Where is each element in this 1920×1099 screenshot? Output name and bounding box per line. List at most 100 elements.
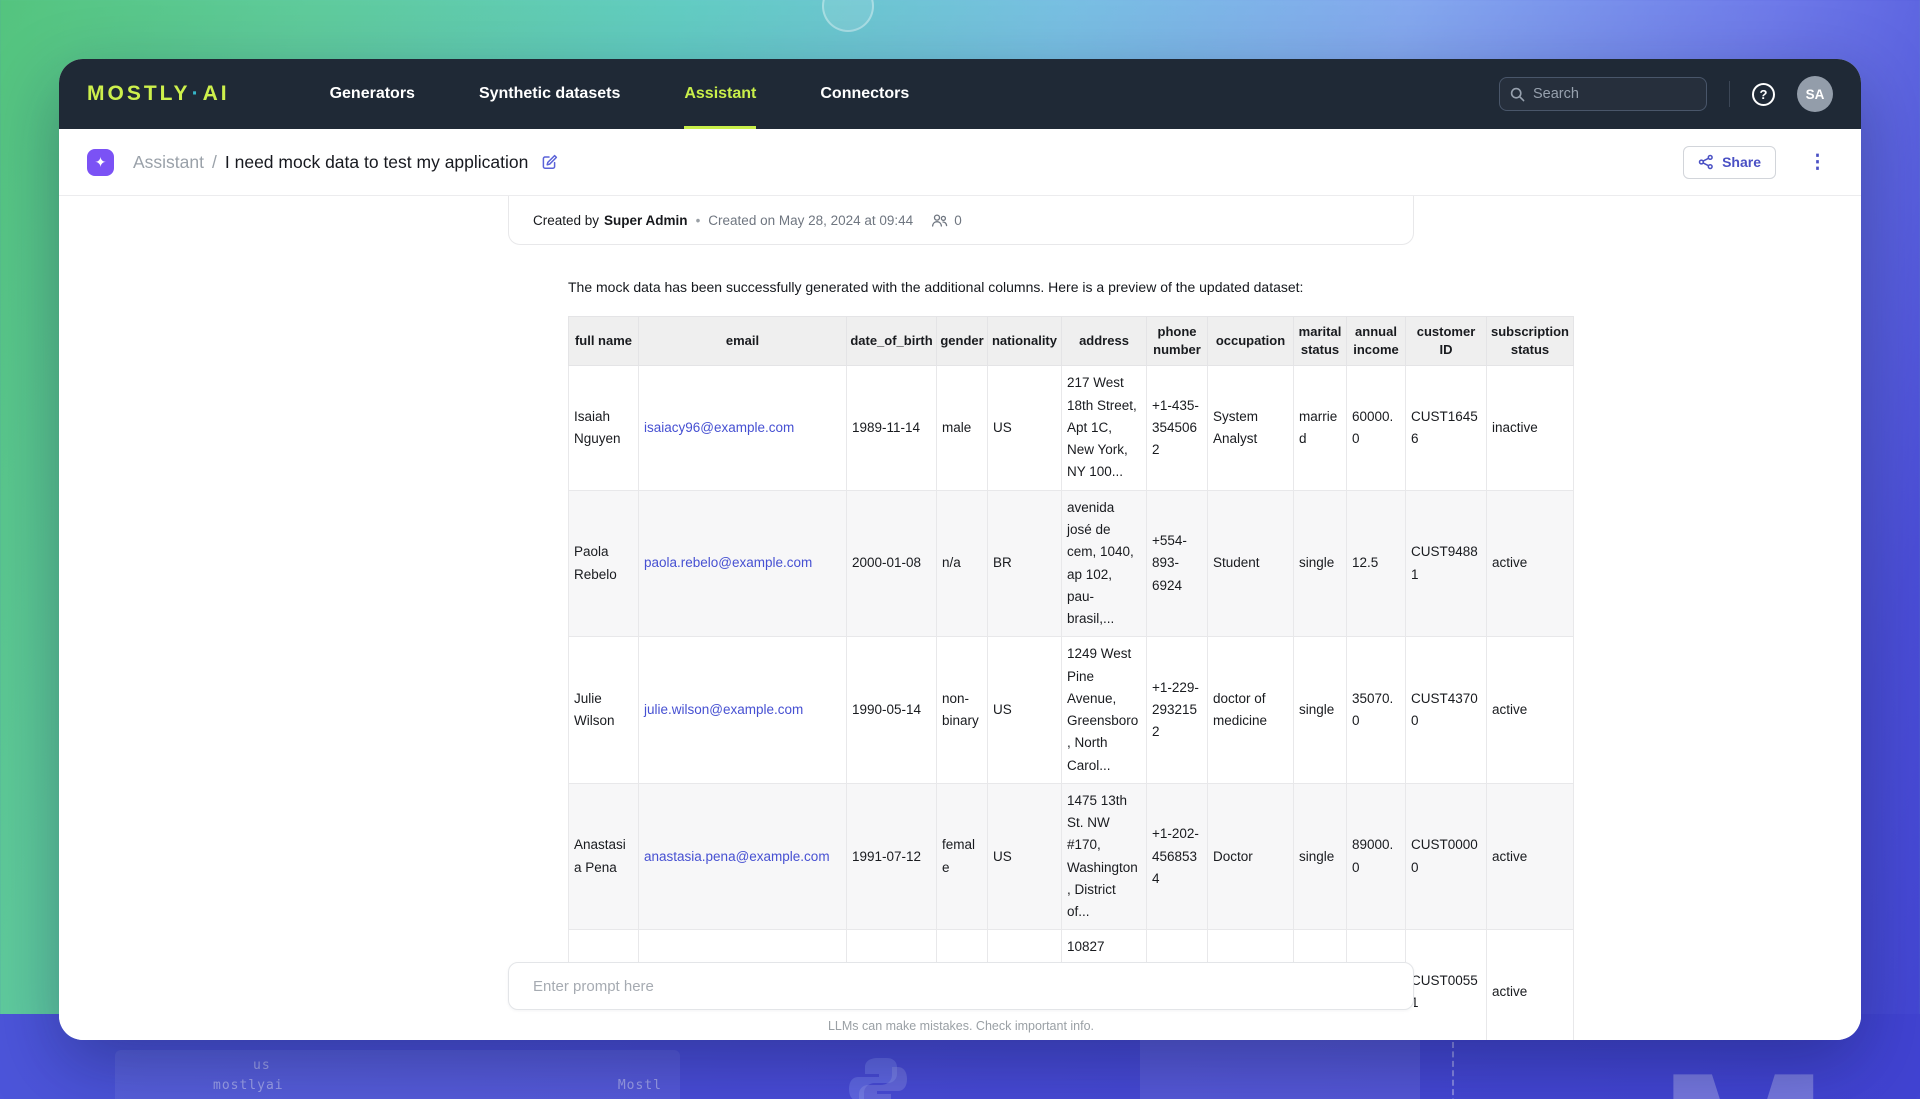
search-box[interactable] (1499, 77, 1707, 111)
column-header: email (639, 317, 847, 366)
created-on-text: Created on May 28, 2024 at 09:44 (708, 213, 913, 228)
table-cell: julie.wilson@example.com (639, 637, 847, 784)
email-link[interactable]: isaiacy96@example.com (644, 420, 794, 435)
table-cell: paola.rebelo@example.com (639, 490, 847, 637)
breadcrumb-bar: ✦ Assistant / I need mock data to test m… (59, 129, 1861, 196)
share-icon (1698, 154, 1714, 170)
edit-title-button[interactable] (540, 153, 559, 172)
background-circle-badge (822, 0, 874, 32)
table-cell: CUST00551 (1406, 930, 1487, 1040)
table-cell: Doctor (1208, 783, 1294, 930)
nav-item-generators[interactable]: Generators (330, 59, 415, 129)
help-icon[interactable]: ? (1752, 83, 1775, 106)
table-cell: US (988, 637, 1062, 784)
table-cell: doctor of medicine (1208, 637, 1294, 784)
page-title: I need mock data to test my application (225, 152, 529, 173)
sparkles-icon: ✦ (87, 149, 114, 176)
table-cell: Isaiah Nguyen (569, 366, 639, 490)
nav-item-assistant[interactable]: Assistant (684, 59, 756, 129)
python-logo-icon (846, 1054, 910, 1099)
table-cell: Anastasia Pena (569, 783, 639, 930)
table-cell: +1-229-2932152 (1147, 637, 1208, 784)
created-by-name: Super Admin (604, 213, 688, 228)
column-header: subscription status (1487, 317, 1574, 366)
people-icon (931, 213, 948, 228)
column-header: marital status (1294, 317, 1347, 366)
table-cell: 1990-05-14 (847, 637, 937, 784)
table-cell: Julie Wilson (569, 637, 639, 784)
column-header: address (1062, 317, 1147, 366)
table-cell: single (1294, 637, 1347, 784)
avatar[interactable]: SA (1797, 76, 1833, 112)
email-link[interactable]: paola.rebelo@example.com (644, 555, 812, 570)
table-row: Julie Wilson julie.wilson@example.com 1990… (569, 637, 1574, 784)
column-header: occupation (1208, 317, 1294, 366)
nav-item-synthetic-datasets[interactable]: Synthetic datasets (479, 59, 620, 129)
logo-text-left: MOSTLY (87, 82, 191, 106)
column-header: full name (569, 317, 639, 366)
chat-content: Created by Super Admin • Created on May … (59, 196, 1861, 1040)
mostly-ai-logo[interactable]: MOSTLY·AI (87, 59, 230, 129)
bg-code-text: us (133, 1056, 662, 1076)
nav-items: Generators Synthetic datasets Assistant Con… (330, 59, 910, 129)
table-cell: Paola Rebelo (569, 490, 639, 637)
breadcrumb-section[interactable]: Assistant (133, 152, 204, 173)
table-cell: US (988, 366, 1062, 490)
table-cell: CUST94881 (1406, 490, 1487, 637)
table-cell: 1249 West Pine Avenue, Greensboro, North… (1062, 637, 1147, 784)
email-link[interactable]: julie.wilson@example.com (644, 702, 803, 717)
column-header: customer ID (1406, 317, 1487, 366)
app-window: MOSTLY·AI Generators Synthetic datasets As… (59, 59, 1861, 1040)
share-label: Share (1722, 154, 1761, 170)
table-cell: married (1294, 366, 1347, 490)
prompt-input[interactable] (508, 962, 1414, 1010)
bg-code-text: mostlyai (213, 1076, 284, 1096)
navbar-right: ? SA (1499, 59, 1833, 129)
column-header: date_of_birth (847, 317, 937, 366)
table-cell: single (1294, 490, 1347, 637)
background-dashed-line (1452, 1042, 1454, 1099)
table-cell: non-binary (937, 637, 988, 784)
table-cell: active (1487, 930, 1574, 1040)
table-cell: male (937, 366, 988, 490)
table-cell: isaiacy96@example.com (639, 366, 847, 490)
table-row: Anastasia Pena anastasia.pena@example.com… (569, 783, 1574, 930)
table-cell: 60000.0 (1347, 366, 1406, 490)
table-cell: +1-202-4568534 (1147, 783, 1208, 930)
table-cell: BR (988, 490, 1062, 637)
table-cell: Student (1208, 490, 1294, 637)
table-cell: 1475 13th St. NW #170, Washington, Distr… (1062, 783, 1147, 930)
email-link[interactable]: anastasia.pena@example.com (644, 849, 830, 864)
table-cell: inactive (1487, 366, 1574, 490)
bg-code-text: Mostl (618, 1076, 662, 1096)
table-cell: +1-435-3545062 (1147, 366, 1208, 490)
top-navbar: MOSTLY·AI Generators Synthetic datasets As… (59, 59, 1861, 129)
dataset-preview-table: full nameemaildate_of_birthgendernationa… (568, 316, 1574, 1040)
table-cell: anastasia.pena@example.com (639, 783, 847, 930)
table-cell: System Analyst (1208, 366, 1294, 490)
table-cell: n/a (937, 490, 988, 637)
share-button[interactable]: Share (1683, 146, 1776, 179)
search-icon (1510, 87, 1525, 102)
table-cell: US (988, 783, 1062, 930)
search-input[interactable] (1533, 86, 1696, 102)
background-tile (1140, 1038, 1420, 1099)
table-head: full nameemaildate_of_birthgendernationa… (569, 317, 1574, 366)
breadcrumb-actions: Share ⋮ (1683, 146, 1833, 179)
background-big-letter: M (1660, 1044, 1821, 1099)
column-header: annual income (1347, 317, 1406, 366)
table-cell: female (937, 783, 988, 930)
viewers-count-group: 0 (931, 213, 962, 228)
table-cell: 217 West 18th Street, Apt 1C, New York, … (1062, 366, 1147, 490)
column-header: phone number (1147, 317, 1208, 366)
thread-meta-box: Created by Super Admin • Created on May … (508, 196, 1414, 245)
logo-text-right: AI (203, 82, 230, 106)
table-cell: 2000-01-08 (847, 490, 937, 637)
table-cell: 1991-07-12 (847, 783, 937, 930)
table-cell: 12.5 (1347, 490, 1406, 637)
table-cell: 89000.0 (1347, 783, 1406, 930)
nav-item-connectors[interactable]: Connectors (820, 59, 909, 129)
more-options-button[interactable]: ⋮ (1802, 151, 1833, 174)
table-row: Paola Rebelo paola.rebelo@example.com 2000… (569, 490, 1574, 637)
table-cell: CUST00000 (1406, 783, 1487, 930)
